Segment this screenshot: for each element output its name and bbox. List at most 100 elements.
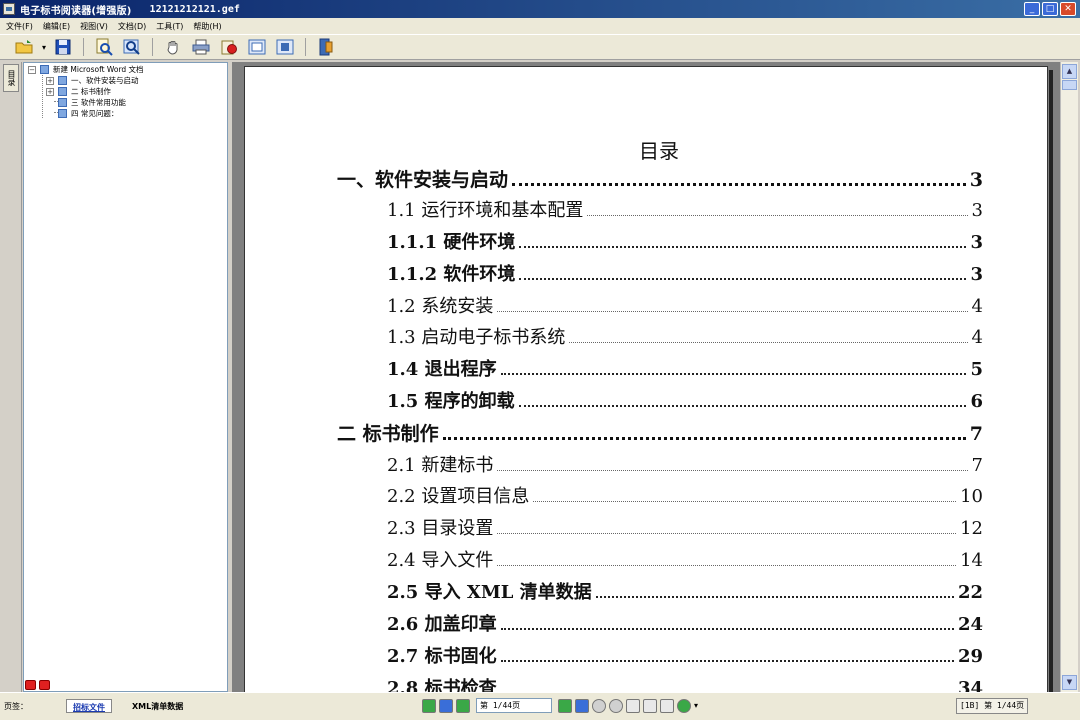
- expand-icon[interactable]: +: [46, 87, 54, 96]
- view-button[interactable]: [246, 37, 268, 57]
- previous-icon[interactable]: [456, 698, 470, 713]
- toc-entry[interactable]: 2.2 设置项目信息 10: [387, 482, 983, 510]
- tree-item[interactable]: + 一、软件安装与启动: [46, 75, 139, 86]
- zoom-out-icon[interactable]: [643, 698, 657, 713]
- menu-view[interactable]: 视图(V): [80, 21, 108, 32]
- toc-entry-text: 2.7 标书固化: [387, 646, 497, 667]
- toc-leader: [595, 596, 954, 598]
- vertical-scrollbar[interactable]: ▲ ▼: [1060, 62, 1078, 692]
- tab-bid-document[interactable]: 招标文件: [66, 699, 112, 713]
- back-icon[interactable]: [592, 698, 606, 713]
- page-number-input[interactable]: 第 1/44页: [476, 698, 552, 713]
- menu-edit[interactable]: 编辑(E): [43, 21, 70, 32]
- toc-entry-page: 6: [970, 391, 983, 412]
- toc-entry[interactable]: 2.4 导入文件 14: [387, 546, 983, 574]
- toc-entry-page: 4: [971, 327, 983, 348]
- toc-entry-text: 1.5 程序的卸载: [387, 391, 515, 412]
- dropdown-arrow-icon[interactable]: ▾: [42, 43, 46, 52]
- toc-entry-page: 10: [960, 486, 983, 507]
- menu-document[interactable]: 文档(D): [118, 21, 146, 32]
- toc-entry-text: 1.1.2 软件环境: [387, 264, 516, 285]
- tree-root[interactable]: − 新建 Microsoft Word 文档: [28, 64, 144, 75]
- toc-entry[interactable]: 1.1.2 软件环境 3: [387, 260, 983, 288]
- scroll-thumb[interactable]: [1062, 80, 1077, 90]
- toc-entry[interactable]: 二 标书制作 7: [337, 419, 983, 447]
- first-page-icon[interactable]: [422, 698, 436, 713]
- toc-entry-page: 5: [970, 359, 983, 380]
- find-button[interactable]: [121, 37, 143, 57]
- toc-entry[interactable]: 2.8 标书检查 34: [387, 674, 983, 692]
- tab-xml-data[interactable]: XML清单数据: [126, 699, 189, 713]
- minimize-button[interactable]: _: [1024, 2, 1040, 16]
- toc-entry[interactable]: 2.6 加盖印章 24: [387, 610, 983, 638]
- panel-buttons: [25, 680, 50, 690]
- toc-entry-page: 3: [970, 232, 983, 253]
- open-button[interactable]: [14, 37, 36, 57]
- toc-entry[interactable]: 1.5 程序的卸载 6: [387, 387, 983, 415]
- window-controls: _ □ ✕: [1024, 2, 1076, 16]
- maximize-button[interactable]: □: [1042, 2, 1058, 16]
- toc-entry-text: 2.1 新建标书: [387, 455, 494, 476]
- toc-entry[interactable]: 1.3 启动电子标书系统 4: [387, 323, 983, 351]
- tree-item[interactable]: 四 常见问题：: [58, 108, 118, 119]
- toc-leader: [497, 533, 957, 534]
- search-document-button[interactable]: [93, 37, 115, 57]
- last-page-icon[interactable]: [575, 698, 589, 713]
- toc-entry-text: 1.2 系统安装: [387, 296, 494, 317]
- document-page: 目录 一、软件安装与启动 3 1.1 运行环境和基本配置 3 1.1.1 硬件环…: [244, 66, 1048, 692]
- tab-toc[interactable]: 目录: [3, 64, 19, 92]
- toc-entry-page: 22: [957, 582, 983, 603]
- page-view-button[interactable]: [274, 37, 296, 57]
- previous-page-icon[interactable]: [439, 698, 453, 713]
- menu-help[interactable]: 帮助(H): [193, 21, 221, 32]
- zoom-in-icon[interactable]: [626, 698, 640, 713]
- toc-entry-text: 2.2 设置项目信息: [387, 486, 530, 507]
- refresh-icon[interactable]: [677, 698, 691, 713]
- toc-entry[interactable]: 2.5 导入 XML 清单数据 22: [387, 578, 983, 606]
- toc-entry-text: 2.8 标书检查: [387, 678, 497, 692]
- menu-tools[interactable]: 工具(T): [156, 21, 183, 32]
- toc-entry-text: 1.1.1 硬件环境: [387, 232, 516, 253]
- toc-entry[interactable]: 1.2 系统安装 4: [387, 292, 983, 320]
- next-page-icon[interactable]: [558, 698, 572, 713]
- remove-bookmark-button[interactable]: [39, 680, 50, 690]
- toc-leader: [500, 660, 954, 662]
- page-shadow: [1049, 70, 1053, 692]
- toc-entry-page: 14: [960, 550, 983, 571]
- toc-entry[interactable]: 2.3 目录设置 12: [387, 514, 983, 542]
- scroll-down-button[interactable]: ▼: [1062, 675, 1077, 690]
- expand-icon[interactable]: +: [46, 76, 54, 85]
- document-viewport[interactable]: 目录 一、软件安装与启动 3 1.1 运行环境和基本配置 3 1.1.1 硬件环…: [232, 62, 1060, 692]
- print-button[interactable]: [190, 37, 212, 57]
- toc-entry[interactable]: 2.1 新建标书 7: [387, 451, 983, 479]
- add-bookmark-button[interactable]: [25, 680, 36, 690]
- toolbar: ▾: [0, 34, 1080, 60]
- stamp-button[interactable]: [218, 37, 240, 57]
- toc-entry[interactable]: 2.7 标书固化 29: [387, 642, 983, 670]
- hand-tool-button[interactable]: [162, 37, 184, 57]
- toc-entry-page: 4: [971, 296, 983, 317]
- toc-entry-text: 1.1 运行环境和基本配置: [387, 200, 584, 221]
- exit-button[interactable]: [315, 37, 337, 57]
- toc-entry[interactable]: 1.4 退出程序 5: [387, 355, 983, 383]
- bookmark-icon: [58, 76, 67, 85]
- toc-entry[interactable]: 1.1 运行环境和基本配置 3: [387, 196, 983, 224]
- print-icon: [192, 39, 210, 55]
- document-icon: [40, 65, 49, 74]
- tree-item[interactable]: + 二 标书制作: [46, 86, 111, 97]
- fit-page-icon[interactable]: [660, 698, 674, 713]
- tree-item-label: 一、软件安装与启动: [71, 76, 139, 85]
- page-navigation: 第 1/44页 ▾: [422, 698, 698, 713]
- scroll-up-button[interactable]: ▲: [1062, 64, 1077, 79]
- menu-file[interactable]: 文件(F): [6, 21, 33, 32]
- toc-entry[interactable]: 一、软件安装与启动 3: [337, 165, 983, 193]
- dropdown-arrow-icon[interactable]: ▾: [694, 701, 698, 710]
- tree-item-label: 三 软件常用功能: [71, 98, 126, 107]
- save-button[interactable]: [52, 37, 74, 57]
- toc-entry[interactable]: 1.1.1 硬件环境 3: [387, 228, 983, 256]
- bookmark-icon: [58, 87, 67, 96]
- close-button[interactable]: ✕: [1060, 2, 1076, 16]
- forward-icon[interactable]: [609, 698, 623, 713]
- tree-item[interactable]: 三 软件常用功能: [58, 97, 126, 108]
- collapse-icon[interactable]: −: [28, 65, 36, 74]
